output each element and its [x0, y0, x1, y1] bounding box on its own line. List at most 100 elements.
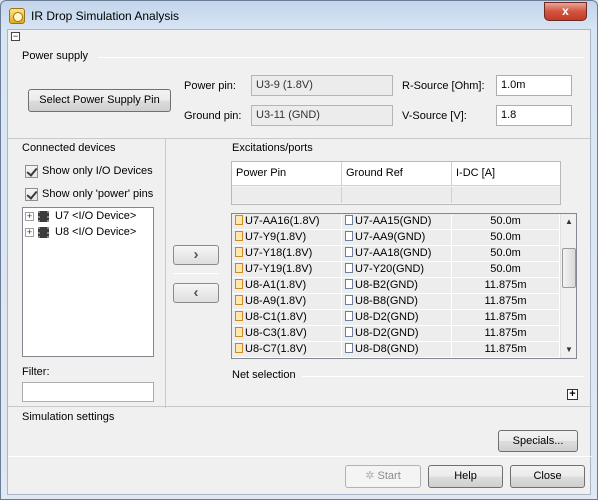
- tree-item-u8[interactable]: + U8 <I/O Device>: [25, 225, 151, 241]
- column-header-idc[interactable]: I-DC [A]: [452, 162, 560, 185]
- table-cell-power-pin: U8-A1(1.8V): [232, 278, 342, 294]
- table-row[interactable]: U8-A9(1.8V) U8-B8(GND) 11.875m: [232, 294, 561, 310]
- power-pin-filter-cell[interactable]: [232, 187, 342, 203]
- cell-text: U8-C7(1.8V): [245, 343, 307, 355]
- cell-text: U8-B2(GND): [355, 279, 418, 291]
- idc-filter-cell[interactable]: [452, 187, 560, 203]
- chip-icon: [38, 211, 49, 222]
- table-cell-ground-ref: U7-AA9(GND): [342, 230, 452, 246]
- cell-text: 11.875m: [484, 279, 527, 291]
- show-power-pins-label: Show only 'power' pins: [42, 188, 154, 200]
- cell-text: 50.0m: [490, 263, 521, 275]
- add-to-excitations-button[interactable]: ›: [173, 245, 219, 265]
- app-icon: [9, 8, 25, 24]
- table-row[interactable]: U7-Y18(1.8V) U7-AA18(GND) 50.0m: [232, 246, 561, 262]
- power-pin-icon: [235, 311, 243, 321]
- cell-text: U8-C3(1.8V): [245, 327, 307, 339]
- power-supply-group-label: Power supply: [22, 50, 89, 62]
- table-cell-power-pin: U8-A9(1.8V): [232, 294, 342, 310]
- power-pin-icon: [235, 263, 243, 273]
- table-row[interactable]: U8-C1(1.8V) U8-D2(GND) 11.875m: [232, 310, 561, 326]
- title-bar[interactable]: IR Drop Simulation Analysis x: [1, 1, 597, 29]
- window-close-button[interactable]: x: [544, 2, 587, 21]
- select-power-supply-pin-button[interactable]: Select Power Supply Pin: [28, 89, 171, 112]
- show-io-devices-label: Show only I/O Devices: [42, 165, 153, 177]
- scroll-up-arrow[interactable]: ▲: [561, 214, 576, 230]
- table-cell-ground-ref: U8-D8(GND): [342, 342, 452, 358]
- power-pin-label: Power pin:: [184, 80, 236, 92]
- start-button-label: Start: [377, 470, 401, 482]
- table-row[interactable]: U7-AA16(1.8V) U7-AA15(GND) 50.0m: [232, 214, 561, 230]
- table-cell-ground-ref: U7-AA18(GND): [342, 246, 452, 262]
- expand-icon[interactable]: +: [25, 228, 34, 237]
- filter-input[interactable]: [22, 382, 154, 402]
- table-row[interactable]: U8-C3(1.8V) U8-D2(GND) 11.875m: [232, 326, 561, 342]
- table-cell-idc[interactable]: 11.875m: [452, 326, 560, 342]
- table-cell-idc[interactable]: 11.875m: [452, 310, 560, 326]
- section-divider: [8, 406, 592, 407]
- start-icon: ✲: [365, 470, 375, 482]
- start-button[interactable]: ✲ Start: [345, 465, 421, 488]
- table-cell-idc[interactable]: 50.0m: [452, 230, 560, 246]
- cell-text: U8-D2(GND): [355, 327, 419, 339]
- tree-item-label: U7 <I/O Device>: [55, 210, 137, 222]
- r-source-input[interactable]: 1.0m: [496, 75, 572, 96]
- collapse-icon[interactable]: −: [11, 32, 20, 41]
- cell-text: U8-B8(GND): [355, 295, 418, 307]
- table-row[interactable]: U7-Y19(1.8V) U7-Y20(GND) 50.0m: [232, 262, 561, 278]
- dialog-window: IR Drop Simulation Analysis x − Power su…: [0, 0, 598, 500]
- ground-pin-icon: [345, 263, 353, 273]
- table-cell-idc[interactable]: 50.0m: [452, 262, 560, 278]
- power-supply-divider: [98, 57, 584, 58]
- cell-text: U7-Y18(1.8V): [245, 247, 313, 259]
- window-title: IR Drop Simulation Analysis: [31, 9, 180, 23]
- v-source-input[interactable]: 1.8: [496, 105, 572, 126]
- excitations-table[interactable]: U7-AA16(1.8V) U7-AA15(GND) 50.0m U7-Y9(1.8V…: [231, 213, 577, 359]
- cell-text: 11.875m: [484, 295, 527, 307]
- table-cell-power-pin: U7-AA16(1.8V): [232, 214, 342, 230]
- excitations-table-header: Power Pin Ground Ref I-DC [A]: [231, 161, 561, 205]
- ground-ref-filter-cell[interactable]: [342, 187, 452, 203]
- scroll-down-arrow[interactable]: ▼: [561, 342, 576, 358]
- column-header-ground-ref[interactable]: Ground Ref: [342, 162, 452, 185]
- cell-text: 50.0m: [490, 247, 521, 259]
- section-divider: [8, 138, 592, 139]
- column-header-power-pin[interactable]: Power Pin: [232, 162, 342, 185]
- connected-devices-group-label: Connected devices: [22, 142, 116, 154]
- table-cell-idc[interactable]: 11.875m: [452, 294, 560, 310]
- show-power-pins-checkbox[interactable]: [25, 188, 38, 201]
- specials-button[interactable]: Specials...: [498, 430, 578, 452]
- ground-pin-icon: [345, 343, 353, 353]
- ground-pin-icon: [345, 279, 353, 289]
- panel-splitter[interactable]: [165, 138, 166, 408]
- cell-text: U7-AA9(GND): [355, 231, 426, 243]
- show-io-devices-checkbox[interactable]: [25, 165, 38, 178]
- cell-text: 11.875m: [484, 343, 527, 355]
- help-button[interactable]: Help: [428, 465, 503, 488]
- table-cell-ground-ref: U8-B2(GND): [342, 278, 452, 294]
- power-pin-field: U3-9 (1.8V): [251, 75, 393, 96]
- table-cell-idc[interactable]: 50.0m: [452, 214, 560, 230]
- filter-label: Filter:: [22, 366, 50, 378]
- table-cell-idc[interactable]: 50.0m: [452, 246, 560, 262]
- tree-item-u7[interactable]: + U7 <I/O Device>: [25, 209, 151, 225]
- ground-pin-field: U3-11 (GND): [251, 105, 393, 126]
- remove-from-excitations-button[interactable]: ‹: [173, 283, 219, 303]
- table-row[interactable]: U7-Y9(1.8V) U7-AA9(GND) 50.0m: [232, 230, 561, 246]
- cell-text: 11.875m: [484, 327, 527, 339]
- net-selection-expand-icon[interactable]: +: [567, 389, 578, 400]
- ground-pin-label: Ground pin:: [184, 110, 242, 122]
- footer-divider: [8, 456, 592, 457]
- scroll-thumb[interactable]: [562, 248, 576, 288]
- expand-icon[interactable]: +: [25, 212, 34, 221]
- table-cell-idc[interactable]: 11.875m: [452, 342, 560, 358]
- table-row[interactable]: U8-C7(1.8V) U8-D8(GND) 11.875m: [232, 342, 561, 358]
- close-button[interactable]: Close: [510, 465, 585, 488]
- table-row[interactable]: U8-A1(1.8V) U8-B2(GND) 11.875m: [232, 278, 561, 294]
- tree-item-label: U8 <I/O Device>: [55, 226, 137, 238]
- device-tree[interactable]: + U7 <I/O Device> + U8 <I/O Device>: [22, 207, 154, 357]
- chip-icon: [38, 227, 49, 238]
- vertical-scrollbar[interactable]: ▲ ▼: [560, 214, 576, 358]
- ground-pin-icon: [345, 247, 353, 257]
- table-cell-idc[interactable]: 11.875m: [452, 278, 560, 294]
